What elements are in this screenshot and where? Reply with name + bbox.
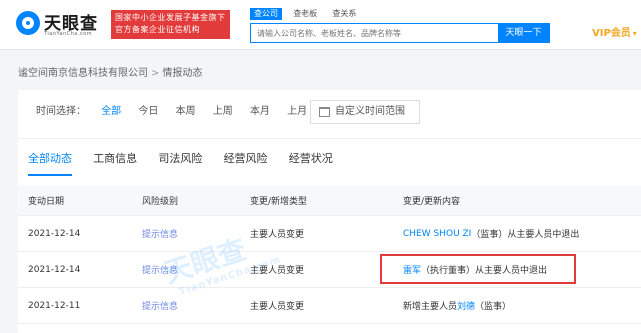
person-link[interactable]: 刘德 [457,299,475,312]
divider [18,138,641,139]
row-change-type: 主要人员变更 [250,266,305,276]
row-date: 2021-12-14 [28,228,81,239]
tianyancha-logo[interactable]: 天眼查 TianYanCha.com [16,9,108,41]
header-change-type: 变更/新增类型 [250,197,308,207]
table-row: 2021-12-14 提示信息 主要人员变更 CHEW SHOU ZI （监事）从… [18,216,641,252]
custom-time-range-button[interactable]: 自定义时间范围 [310,100,420,124]
updates-table: 变动日期 风险级别 变更/新增类型 变更/更新内容 2021-12-14 提示信… [18,186,641,324]
tab-judicial-risk[interactable]: 司法风险 [158,150,202,176]
search-tab-relation[interactable]: 查关系 [328,8,360,20]
row-change-content: 新增主要人员 刘德 （监事） [403,288,511,323]
tab-business-info[interactable]: 工商信息 [93,150,137,176]
time-option-today[interactable]: 今日 [138,100,158,124]
time-option-all[interactable]: 全部 [101,100,121,124]
row-change-type: 主要人员变更 [250,302,305,312]
time-option-this-week[interactable]: 本周 [176,100,196,124]
vip-member-link[interactable]: VIP会员 ▾ [592,24,637,39]
custom-range-label: 自定义时间范围 [335,106,405,117]
content-text: （监事） [475,302,512,312]
time-filter: 时间选择： 全部 今日 本周 上周 本月 上月 [36,100,321,124]
eye-logo-icon [16,11,40,35]
header-risk-level: 风险级别 [142,197,179,207]
search-button[interactable]: 天眼一下 [498,24,549,42]
row-risk-level[interactable]: 提示信息 [142,288,178,323]
category-tabs: 全部动态 工商信息 司法风险 经营风险 经营状况 [28,150,351,176]
header-date: 变动日期 [28,197,65,207]
breadcrumb: 谧空间南京信息科技有限公司 > 情报动态 [18,64,202,79]
time-filter-label: 时间选择： [36,106,86,117]
search-tab-company[interactable]: 查公司 [250,8,282,20]
breadcrumb-separator: > [151,68,160,79]
official-badge: 国家中小企业发展子基金旗下 官方备案企业征信机构 [111,10,230,39]
table-header: 变动日期 风险级别 变更/新增类型 变更/更新内容 [18,186,641,216]
tab-all-updates[interactable]: 全部动态 [28,150,72,176]
vip-label: VIP会员 [592,28,631,39]
logo-subtitle: TianYanCha.com [44,31,93,37]
breadcrumb-company[interactable]: 谧空间南京信息科技有限公司 [18,68,148,79]
badge-line-1: 国家中小企业发展子基金旗下 [115,13,226,22]
breadcrumb-current: 情报动态 [162,68,203,79]
content-prefix: 新增主要人员 [403,302,458,312]
main-panel: 时间选择： 全部 今日 本周 上周 本月 上月 自定义时间范围 全部动态 工商信… [18,90,641,333]
tab-operational-risk[interactable]: 经营风险 [224,150,268,176]
time-option-this-month[interactable]: 本月 [250,100,270,124]
calendar-icon [319,107,330,117]
search-input[interactable] [251,24,499,42]
content-text: （监事）从主要人员中退出 [471,230,580,240]
highlight-box [380,254,576,284]
header-change-content: 变更/更新内容 [403,197,461,207]
row-change-type: 主要人员变更 [250,230,305,240]
top-header: 天眼查 TianYanCha.com 国家中小企业发展子基金旗下 官方备案企业征… [0,0,641,50]
row-risk-level[interactable]: 提示信息 [142,252,178,287]
row-change-content: CHEW SHOU ZI （监事）从主要人员中退出 [403,216,579,251]
row-risk-level[interactable]: 提示信息 [142,216,178,251]
time-option-last-week[interactable]: 上周 [213,100,233,124]
row-date: 2021-12-11 [28,300,81,311]
table-row: 2021-12-11 提示信息 主要人员变更 新增主要人员 刘德 （监事） [18,288,641,324]
search-type-tabs: 查公司 查老板 查关系 [250,8,364,20]
search-box: 天眼一下 [250,23,550,43]
table-row: 2021-12-14 提示信息 主要人员变更 雷军 （执行董事）从主要人员中退出 [18,252,641,288]
badge-line-2: 官方备案企业征信机构 [115,25,200,34]
chevron-down-icon: ▾ [632,29,637,38]
tab-operational-status[interactable]: 经营状况 [289,150,333,176]
row-date: 2021-12-14 [28,264,81,275]
time-option-last-month[interactable]: 上月 [287,100,307,124]
search-tab-boss[interactable]: 查老板 [289,8,321,20]
person-link[interactable]: CHEW SHOU ZI [403,229,471,239]
